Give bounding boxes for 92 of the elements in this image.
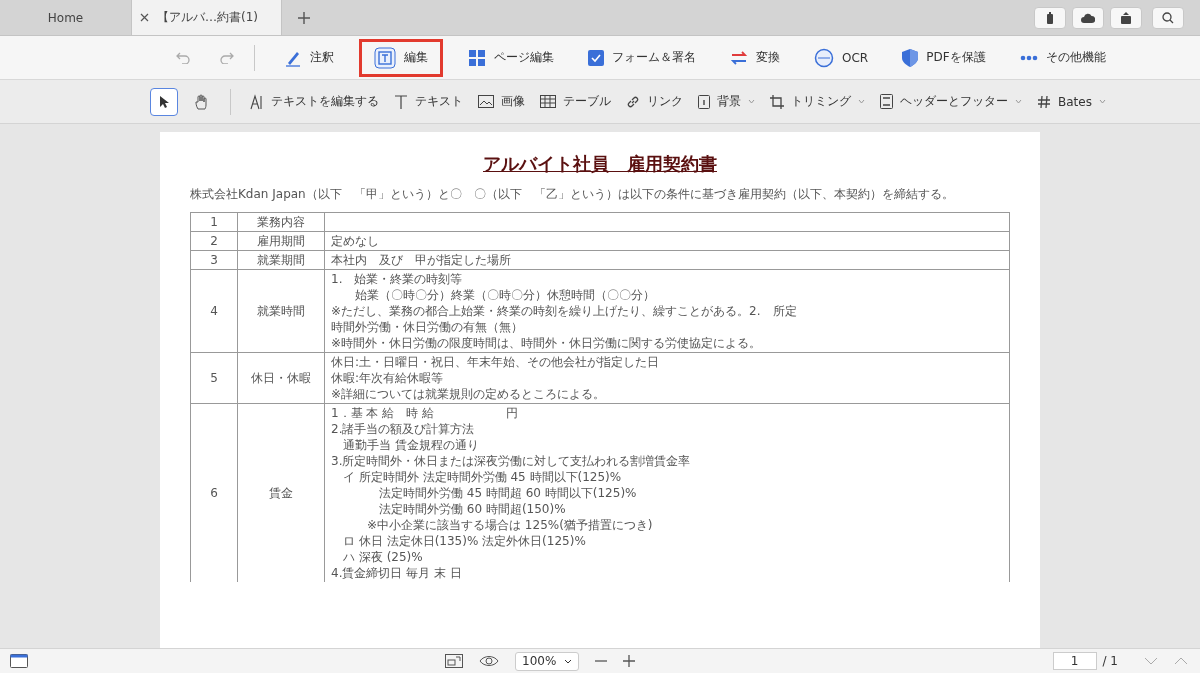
table-cell-text: 本社内 及び 甲が指定した場所	[331, 252, 512, 268]
page-number-field[interactable]: 1	[1052, 652, 1097, 670]
toolbar-button[interactable]: 編集	[359, 38, 443, 77]
grid-icon	[468, 48, 486, 67]
device-button[interactable]	[1034, 6, 1066, 29]
eye-icon[interactable]	[479, 655, 500, 667]
caret-icon	[748, 99, 755, 104]
table-cell-text: 始業（〇時〇分）終業（〇時〇分）休憩時間（〇〇分）	[354, 287, 656, 303]
table-cell: 6	[190, 403, 238, 582]
table-cell: 業務内容	[237, 212, 325, 232]
table-cell-text: 法定時間外労働 45 時間超 60 時間以下(125)%	[378, 485, 638, 501]
table-cell-text: ※時間外・休日労働の限度時間は、時間外・休日労働に関する労使協定による。	[331, 335, 763, 351]
crop-icon	[770, 94, 784, 109]
table-cell-text: ※詳細については就業規則の定めるところによる。	[331, 386, 607, 402]
table-cell-text: ※中小企業に該当する場合は 125%(猶予措置につき)	[366, 517, 654, 533]
pointer-tool-button[interactable]	[150, 87, 178, 116]
edit-tool-button[interactable]: Bates	[1037, 94, 1106, 109]
caret-icon	[858, 99, 865, 104]
edit-tool-button[interactable]: 画像	[478, 93, 525, 110]
document-tab[interactable]: 【アルバ…約書(1)	[132, 0, 282, 35]
toolbar-button[interactable]: ページ編集	[459, 38, 563, 77]
table-cell: 休日・休暇	[237, 352, 325, 404]
table-cell-text: 通勤手当 賃金規程の通り	[342, 437, 480, 453]
edit-tool-button[interactable]: リンク	[626, 93, 683, 110]
fit-page-icon[interactable]	[445, 654, 464, 668]
page-total: / 1	[1102, 654, 1118, 668]
ocr-circle-icon	[814, 47, 834, 68]
table-cell: 就業時間	[237, 269, 325, 353]
table-cell-text: 休暇:年次有給休暇等	[331, 370, 445, 386]
table-cell: 5	[190, 352, 238, 404]
zoom-in-icon[interactable]	[623, 655, 636, 667]
text-frame-icon	[374, 46, 396, 69]
table-cell-text: ロ 休日 法定休日(135)% 法定外休日(125)%	[342, 533, 587, 549]
close-icon[interactable]	[140, 13, 149, 22]
caret-icon	[1015, 99, 1022, 104]
share-button[interactable]	[1110, 6, 1142, 29]
document-paragraph: 株式会社Kdan Japan（以下 「甲」という）と〇 〇（以下 「乙」という）は以下の条件に基づき雇用契約（以下、本契約）を締結する。	[190, 186, 955, 202]
table-cell-text: 1. 始業・終業の時刻等	[331, 271, 464, 287]
table-cell-text: 2.諸手当の額及び計算方法	[331, 421, 476, 437]
caret-icon	[564, 658, 573, 664]
zoom-dropdown[interactable]: 100%	[515, 651, 580, 671]
shield-icon	[902, 48, 919, 67]
table-cell: 1	[190, 212, 238, 232]
sidebar-icon[interactable]	[10, 654, 28, 668]
edit-tool-button[interactable]: トリミング	[770, 93, 865, 110]
cloud-icon	[1081, 12, 1095, 23]
table-cell: 3	[190, 250, 238, 270]
toolbar-button[interactable]: PDFを保護	[893, 38, 995, 77]
share-icon	[1120, 11, 1132, 24]
table-cell: 4	[190, 269, 238, 353]
pointer-icon	[159, 94, 169, 109]
checkbox-icon	[588, 49, 604, 66]
table-cell-text: ※ただし、業務の都合上始業・終業の時刻を繰り上げたり、繰すことがある。2. 所定	[331, 303, 798, 319]
table-cell-text: 定めなし	[331, 233, 380, 249]
table-cell: 就業期間	[237, 250, 325, 270]
edit-tool-button[interactable]: テキストを編集する	[250, 93, 379, 110]
table-cell-text: 4.賃金締切日 毎月 末 日	[331, 565, 463, 581]
table-icon	[540, 95, 556, 108]
search-icon	[1162, 11, 1174, 24]
table-cell-text: 法定時間外労働 60 時間超(150)%	[378, 501, 567, 517]
edit-tool-button[interactable]: ヘッダーとフッター	[880, 93, 1022, 110]
hand-icon	[195, 93, 209, 110]
edit-tool-button[interactable]: テーブル	[540, 93, 611, 110]
hash-icon	[1037, 94, 1051, 109]
image-icon	[478, 95, 494, 108]
toolbar-button[interactable]: その他機能	[1010, 38, 1115, 77]
phone-icon	[1045, 11, 1055, 24]
table-cell: 2	[190, 231, 238, 251]
search-button[interactable]	[1152, 6, 1184, 29]
link-icon	[626, 94, 640, 109]
cloud-button[interactable]	[1072, 6, 1104, 29]
toolbar-button[interactable]: OCR	[805, 38, 878, 77]
text-cursor-icon	[250, 93, 264, 110]
table-cell: 雇用期間	[237, 231, 325, 251]
table-cell-text: ハ 深夜 (25)%	[342, 549, 424, 565]
table-cell-text: 時間外労働・休日労働の有無（無）	[331, 319, 524, 335]
caret-icon	[1098, 99, 1106, 104]
toolbar-button[interactable]: フォーム＆署名	[579, 38, 705, 77]
edit-tool-button[interactable]: 背景	[698, 93, 755, 110]
plus-icon[interactable]	[298, 11, 310, 24]
text-icon	[394, 93, 408, 110]
edit-tool-button[interactable]: テキスト	[394, 93, 463, 110]
table-cell-text: 1．基 本 給 時 給 円	[331, 405, 520, 421]
header-footer-icon	[880, 94, 893, 109]
document-title: アルバイト社員 雇用契約書	[482, 152, 718, 176]
table-cell-text: イ 所定時間外 法定時間外労働 45 時間以下(125)%	[342, 469, 623, 485]
table-cell-text: 3.所定時間外・休日または深夜労働に対して支払われる割増賃金率	[331, 453, 692, 469]
toolbar-button[interactable]: 変換	[721, 38, 789, 77]
toolbar-button[interactable]: 注釈	[275, 38, 343, 77]
page-icon	[698, 94, 710, 109]
table-cell-text: 休日:土・日曜日・祝日、年末年始、その他会社が指定した日	[331, 354, 661, 370]
dots-icon	[1019, 54, 1038, 61]
